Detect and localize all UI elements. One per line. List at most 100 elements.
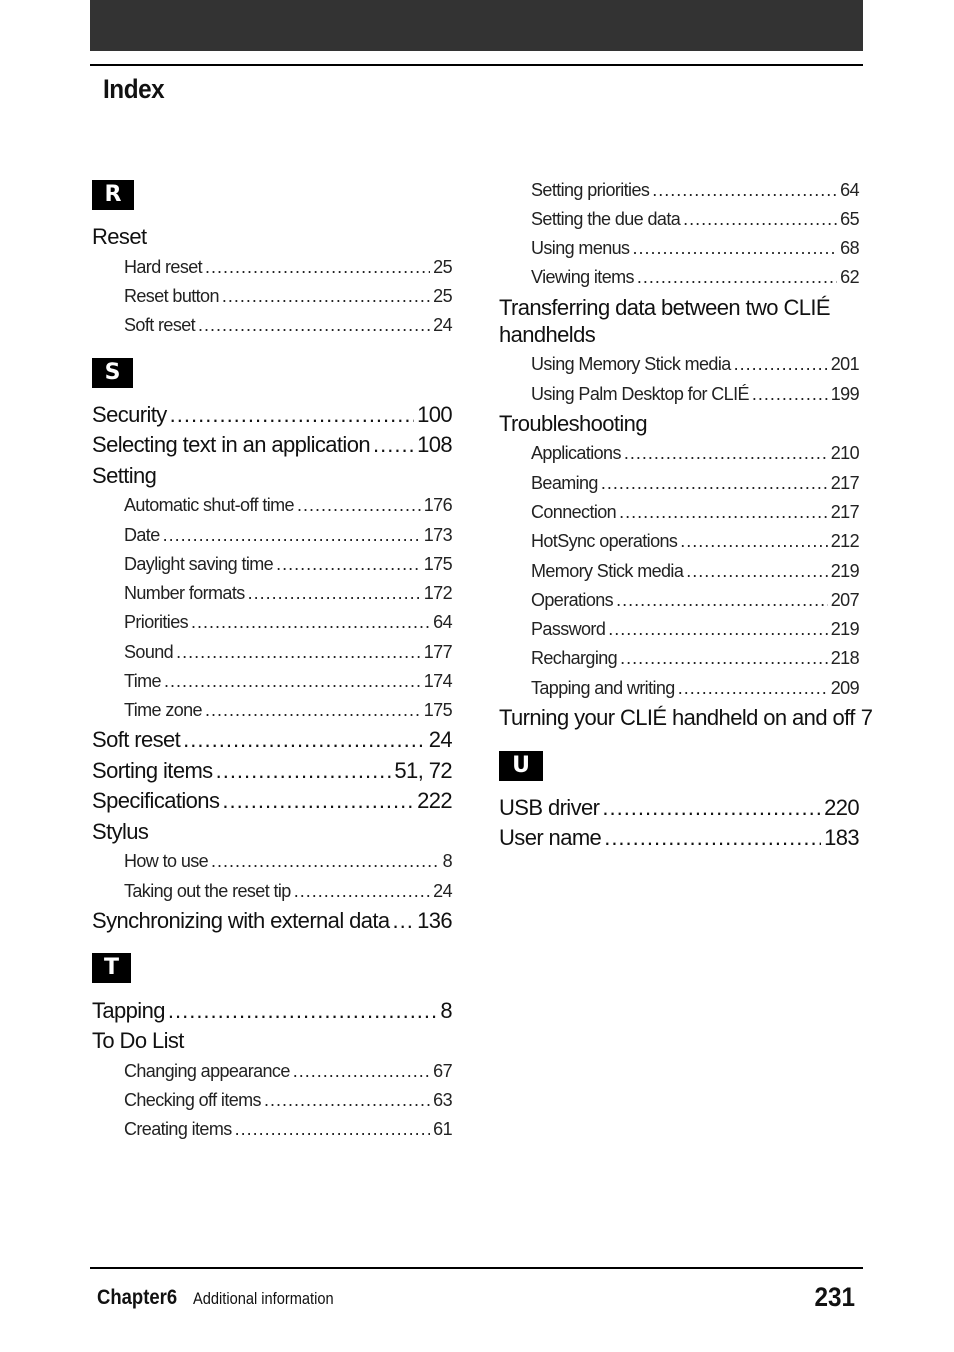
page-ref: 25 [433, 257, 452, 277]
page-ref: 24 [433, 881, 452, 901]
index-subentry[interactable]: Using Memory Stick media201 [531, 352, 860, 376]
page-ref: 222 [417, 788, 453, 813]
page-ref: 219 [830, 561, 860, 581]
index-entry[interactable]: Synchronizing with external data136 [92, 907, 453, 935]
index-subentry[interactable]: Soft reset24 [124, 313, 453, 337]
index-subentry[interactable]: Beaming217 [531, 471, 860, 495]
page-ref: 108 [417, 432, 453, 457]
page-ref: 177 [423, 642, 453, 662]
page-ref: 64 [433, 612, 452, 632]
page-ref: 68 [840, 238, 859, 258]
index-entry[interactable]: Soft reset24 [92, 726, 453, 754]
header-divider [90, 64, 863, 66]
index-heading: To Do List [92, 1028, 184, 1053]
index-subentry[interactable]: Tapping and writing209 [531, 676, 860, 700]
index-subentry[interactable]: Date173 [124, 523, 453, 547]
page-ref: 173 [423, 525, 453, 545]
index-subentry[interactable]: Memory Stick media219 [531, 559, 860, 583]
page-ref: 172 [423, 583, 453, 603]
page-ref: 65 [840, 209, 859, 229]
index-subentry[interactable]: Daylight saving time175 [124, 552, 453, 576]
index-subentry[interactable]: Using Palm Desktop for CLIÉ199 [531, 382, 860, 406]
page-ref: 8 [440, 998, 452, 1023]
index-subentry[interactable]: HotSync operations212 [531, 529, 860, 553]
index-subentry[interactable]: Time174 [124, 669, 453, 693]
leader-dots [276, 552, 421, 576]
index-subentry[interactable]: Sound177 [124, 640, 453, 664]
index-subentry[interactable]: Using menus68 [531, 236, 860, 260]
index-subentry[interactable]: Viewing items62 [531, 265, 860, 289]
index-subentry[interactable]: Time zone175 [124, 698, 453, 722]
page-ref: 209 [830, 678, 860, 698]
index-subentry[interactable]: Changing appearance67 [124, 1059, 453, 1083]
index-entry[interactable]: Turning your CLIÉ handheld on and off 7 [499, 704, 873, 732]
leader-dots [183, 726, 426, 754]
index-entry[interactable]: Specifications222 [92, 787, 453, 815]
index-entry[interactable]: Sorting items51, 72 [92, 757, 453, 785]
leader-dots [164, 669, 421, 693]
index-subentry[interactable]: Checking off items63 [124, 1088, 453, 1112]
leader-dots [632, 236, 837, 260]
leader-dots [235, 1117, 431, 1141]
index-subentry[interactable]: Password219 [531, 617, 860, 641]
index-subentry[interactable]: Hard reset25 [124, 255, 453, 279]
leader-dots [222, 284, 430, 308]
page-ref: 220 [824, 795, 860, 820]
leader-dots [294, 879, 430, 903]
leader-dots [216, 757, 392, 785]
index-subentry[interactable]: Priorities64 [124, 610, 453, 634]
index-entry[interactable]: USB driver220 [499, 794, 860, 822]
page-title: Index [103, 74, 165, 104]
page-ref: 207 [830, 590, 860, 610]
page-ref: 201 [830, 354, 860, 374]
index-entry[interactable]: Selecting text in an application108 [92, 431, 453, 459]
index-subentry[interactable]: Automatic shut-off time176 [124, 493, 453, 517]
leader-dots [293, 1059, 430, 1083]
index-subentry[interactable]: Creating items61 [124, 1117, 453, 1141]
leader-dots [602, 794, 821, 822]
leader-dots [191, 610, 430, 634]
leader-dots [176, 640, 421, 664]
leader-dots [264, 1088, 430, 1112]
index-heading: Stylus [92, 819, 149, 844]
index-subentry[interactable]: Operations207 [531, 588, 860, 612]
footer-section-title: Additional information [193, 1289, 334, 1308]
page-number: 231 [814, 1282, 855, 1312]
leader-dots [624, 441, 828, 465]
leader-dots [211, 849, 440, 873]
leader-dots [393, 907, 415, 935]
index-subentry[interactable]: Setting priorities64 [531, 178, 860, 202]
footer-divider [90, 1267, 863, 1269]
index-subentry[interactable]: Recharging218 [531, 646, 860, 670]
leader-dots [170, 401, 414, 429]
page-ref: 210 [830, 443, 860, 463]
index-subentry[interactable]: Reset button25 [124, 284, 453, 308]
index-heading-continued: handhelds [499, 322, 596, 347]
leader-dots [601, 471, 828, 495]
index-subentry[interactable]: How to use8 [124, 849, 453, 873]
page-ref: 24 [428, 727, 453, 752]
page-ref: 100 [417, 402, 453, 427]
page-ref: 217 [830, 502, 860, 522]
index-entry[interactable]: User name183 [499, 824, 860, 852]
index-subentry[interactable]: Applications210 [531, 441, 860, 465]
page-ref: 183 [824, 825, 860, 850]
index-heading: Troubleshooting [499, 411, 648, 436]
leader-dots [637, 265, 837, 289]
index-subentry[interactable]: Connection217 [531, 500, 860, 524]
index-subentry[interactable]: Taking out the reset tip24 [124, 879, 453, 903]
index-subentry[interactable]: Setting the due data65 [531, 207, 860, 231]
index-entry[interactable]: Tapping8 [92, 997, 453, 1025]
page-ref: 219 [830, 619, 860, 639]
page-ref: 212 [830, 531, 860, 551]
section-letter-t: T [92, 953, 131, 983]
page-ref: 176 [423, 495, 453, 515]
leader-dots [248, 581, 421, 605]
page-ref: 51, 72 [394, 758, 452, 783]
leader-dots [752, 382, 828, 406]
index-entry[interactable]: Security100 [92, 401, 453, 429]
section-letter-s: S [92, 358, 133, 388]
page-ref: 62 [840, 267, 859, 287]
leader-dots [198, 313, 430, 337]
index-subentry[interactable]: Number formats172 [124, 581, 453, 605]
